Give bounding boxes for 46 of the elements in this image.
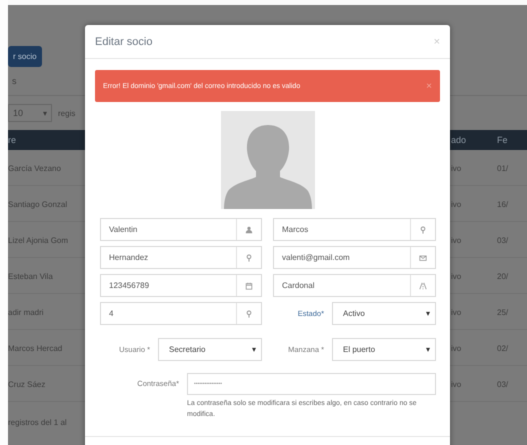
- table-cell: adir madri: [8, 308, 44, 316]
- input-field[interactable]: Valentin: [100, 218, 262, 241]
- table-cell: ivo: [451, 344, 462, 352]
- table-cell: ivo: [451, 200, 462, 208]
- pin-icon: [419, 226, 427, 234]
- pin-icon: [245, 310, 253, 318]
- calendar-icon: [245, 282, 253, 290]
- table-cell: 03/: [497, 236, 508, 244]
- column-header[interactable]: Fe: [497, 135, 527, 145]
- records-info: registros del 1 al: [8, 418, 67, 426]
- input-field[interactable]: valenti@gmail.com: [273, 246, 436, 269]
- table-cell: 01/: [497, 164, 508, 172]
- select-field[interactable]: El puerto ▾: [332, 338, 436, 361]
- user-icon: [245, 226, 253, 234]
- road-icon: [419, 282, 427, 290]
- table-cell: Lizel Ajonia Gom: [8, 236, 68, 244]
- dialog-title: Editar socio: [95, 36, 152, 48]
- table-cell: 20/: [497, 272, 508, 280]
- pin-icon: [245, 254, 253, 262]
- table-cell: 03/: [497, 380, 508, 388]
- input-field[interactable]: Hernandez: [100, 246, 262, 269]
- table-cell: García Vezano: [8, 164, 61, 172]
- section-label: s: [12, 76, 16, 86]
- table-cell: 25/: [497, 308, 508, 316]
- table-cell: Marcos Hercad: [8, 344, 62, 352]
- table-cell: 16/: [497, 200, 508, 208]
- select-field[interactable]: Secretario ▾: [158, 338, 262, 361]
- table-cell: ivo: [451, 236, 462, 244]
- table-cell: 02/: [497, 344, 508, 352]
- column-header[interactable]: ado: [451, 135, 497, 145]
- table-cell: ivo: [451, 308, 462, 316]
- add-member-button[interactable]: r socio: [8, 46, 42, 67]
- input-field[interactable]: 123456789: [100, 274, 262, 297]
- table-cell: ivo: [451, 164, 462, 172]
- page-size-label: regis: [58, 108, 76, 118]
- table-cell: Santiago Gonzal: [8, 200, 68, 208]
- input-field[interactable]: 4: [100, 302, 262, 325]
- input-field[interactable]: Cardonal: [273, 274, 436, 297]
- table-cell: Cruz Sáez: [8, 380, 46, 388]
- input-field[interactable]: Marcos: [273, 218, 436, 241]
- table-cell: Esteban Vila: [8, 272, 53, 280]
- avatar-silhouette-icon: [220, 111, 314, 209]
- table-cell: ivo: [451, 380, 462, 388]
- select-field[interactable]: Activo ▾: [332, 302, 436, 325]
- envelope-icon: [419, 254, 427, 262]
- table-cell: ivo: [451, 272, 462, 280]
